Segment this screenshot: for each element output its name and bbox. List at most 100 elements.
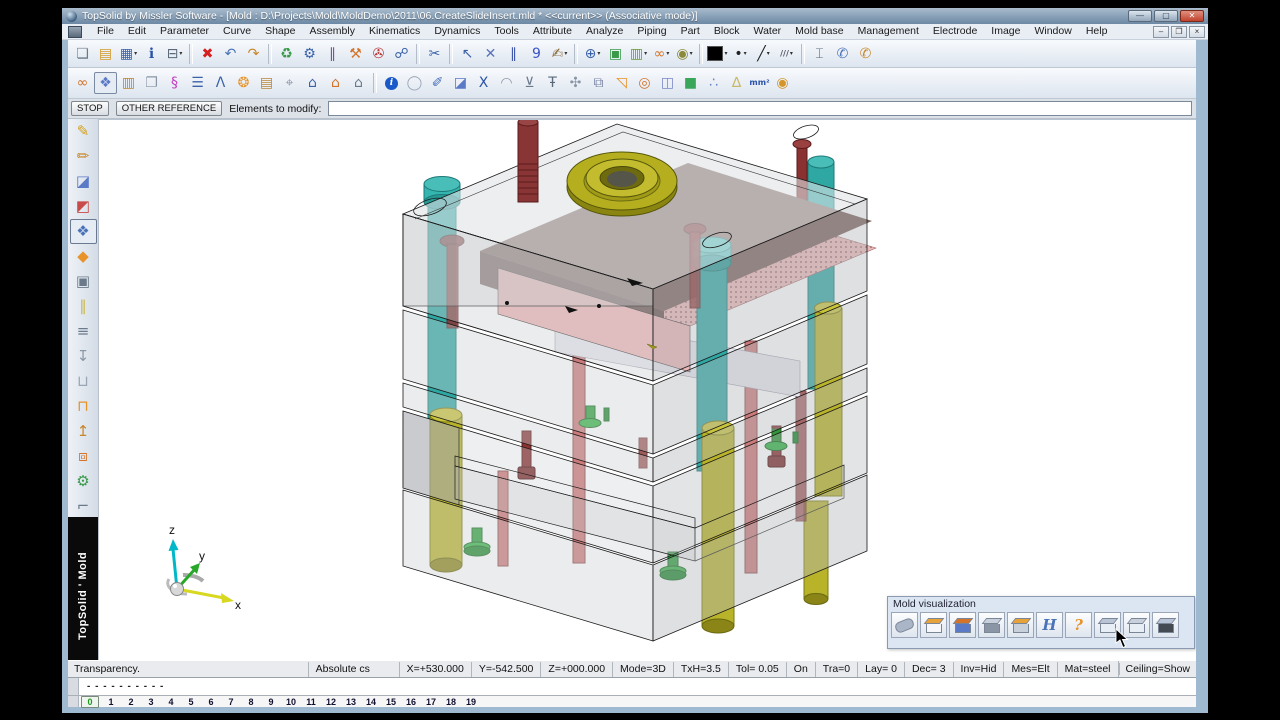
grab-view-orange[interactable]: ✆ [854,43,877,65]
status-ceiling[interactable]: Ceiling=Show [1118,663,1197,675]
block-box[interactable]: ◫ [656,72,679,94]
pen-tool[interactable]: ✐ [426,72,449,94]
menu-piping[interactable]: Piping [630,24,673,39]
menu-edit[interactable]: Edit [121,24,153,39]
bushing-tool[interactable]: ⊔ [70,369,97,394]
layer-tab-10[interactable]: 10 [285,697,297,707]
link-tool[interactable]: ☍ [390,43,413,65]
shading-goggles-2[interactable]: ∞ [71,72,94,94]
layer-tab-15[interactable]: 15 [385,697,397,707]
mdi-close-button[interactable]: × [1189,25,1205,38]
layer-tab-12[interactable]: 12 [325,697,337,707]
cylinder-gold[interactable]: ◉ [771,72,794,94]
box-3d[interactable]: ⧈ [70,444,97,469]
dome-tool[interactable]: ◠ [495,72,518,94]
image-view[interactable]: ▥ ▾ [627,43,650,65]
status-field-tra[interactable]: Tra=0 [814,661,857,677]
status-field-inv[interactable]: Inv=Hid [952,661,1004,677]
param-x-list[interactable]: X [472,72,495,94]
curve-pen[interactable]: ✏ [70,144,97,169]
layer-tab-4[interactable]: 4 [165,697,177,707]
status-field-x[interactable]: X=+530.000 [398,661,471,677]
shape-display[interactable]: ❖ [94,72,117,94]
coordinate-system[interactable]: Absolute cs [307,661,399,677]
menu-part[interactable]: Part [674,24,707,39]
menu-mold-base[interactable]: Mold base [788,24,850,39]
block-tool[interactable]: ▣ [70,269,97,294]
undo[interactable]: ↶ [219,43,242,65]
hatch-style[interactable]: ///▾ [775,43,798,65]
layer-tab-5[interactable]: 5 [185,697,197,707]
home-family-orange[interactable]: ⌂ [324,72,347,94]
menu-tools[interactable]: Tools [487,24,526,39]
layer-tab-7[interactable]: 7 [225,697,237,707]
status-field-txh[interactable]: TxH=3.5 [672,661,728,677]
edit-selection[interactable]: ✂ [423,43,446,65]
save[interactable]: ▦ ▾ [117,43,140,65]
select-arrow[interactable]: ↖ [456,43,479,65]
render-mode[interactable]: ◉ ▾ [673,43,696,65]
line-style[interactable]: ╱ ▾ [752,43,775,65]
circle-tool[interactable]: ◯ [403,72,426,94]
layer-tab-6[interactable]: 6 [205,697,217,707]
menu-file[interactable]: File [90,24,121,39]
menu-electrode[interactable]: Electrode [926,24,984,39]
show-mold-plates-button[interactable] [978,612,1005,638]
show-preview-button[interactable] [1152,612,1179,638]
layer-tab-3[interactable]: 3 [145,697,157,707]
delete[interactable]: ✖ [196,43,219,65]
color-swatch[interactable]: ▾ [706,43,729,65]
torus-arrow[interactable]: ◎ [633,72,656,94]
show-runners-button[interactable]: H [1036,612,1063,638]
home-family-grey[interactable]: ⌂ [347,72,370,94]
layer-tab-11[interactable]: 11 [305,697,317,707]
close-button[interactable]: ✕ [1180,10,1204,22]
ejector-pins[interactable]: ∥ [70,294,97,319]
screw-tool[interactable]: ↧ [70,344,97,369]
minimize-button[interactable]: — [1128,10,1152,22]
menu-help[interactable]: Help [1079,24,1115,39]
info-circle[interactable]: i [380,72,403,94]
green-cube[interactable]: ■ [679,72,702,94]
show-part-button[interactable] [891,612,918,638]
status-field-mes[interactable]: Mes=Elt [1003,661,1056,677]
home-family-blue[interactable]: ⌂ [301,72,324,94]
show-table-button[interactable] [1094,612,1121,638]
title-bar[interactable]: TopSolid by Missler Software - [Mold : D… [62,8,1208,24]
menu-assembly[interactable]: Assembly [302,24,362,39]
menu-image[interactable]: Image [984,24,1027,39]
show-ejector-button[interactable] [1007,612,1034,638]
mdi-restore-button[interactable]: ❐ [1171,25,1187,38]
point-style[interactable]: • ▾ [729,43,752,65]
layer-tab-16[interactable]: 16 [405,697,417,707]
vise-tool[interactable]: ⌶ [808,43,831,65]
elements-to-modify-input[interactable] [328,101,1192,116]
drill-tool[interactable]: ⊻ [518,72,541,94]
layer-tab-2[interactable]: 2 [125,697,137,707]
pin-screw[interactable]: ↥ [70,419,97,444]
chute-tool[interactable]: ⌐ [70,494,97,519]
menu-window[interactable]: Window [1027,24,1078,39]
measure-nine[interactable]: 9 [525,43,548,65]
plate-stack[interactable]: ≡ [70,319,97,344]
menu-shape[interactable]: Shape [258,24,302,39]
layer-tab-19[interactable]: 19 [465,697,477,707]
menu-analyze[interactable]: Analyze [579,24,630,39]
menu-management[interactable]: Management [851,24,926,39]
text-lambda[interactable]: Λ [209,72,232,94]
depth-gauge[interactable]: Ŧ [541,72,564,94]
zoom[interactable]: ⊕ ▾ [581,43,604,65]
menu-kinematics[interactable]: Kinematics [362,24,427,39]
bottle-tool[interactable]: ∆ [725,72,748,94]
layer-tab-8[interactable]: 8 [245,697,257,707]
parameter-sliders[interactable]: ∥ [321,43,344,65]
status-field-mode[interactable]: Mode=3D [612,661,673,677]
status-field-y[interactable]: Y=-542.500 [470,661,541,677]
layer-tab-14[interactable]: 14 [365,697,377,707]
fit-frame[interactable]: ▣ [604,43,627,65]
layer-tab-13[interactable]: 13 [345,697,357,707]
other-reference-button[interactable]: OTHER REFERENCE [115,101,223,116]
open-folder[interactable]: ▤ [94,43,117,65]
status-field-z[interactable]: Z=+000.000 [540,661,612,677]
status-field-on[interactable]: On [785,661,815,677]
